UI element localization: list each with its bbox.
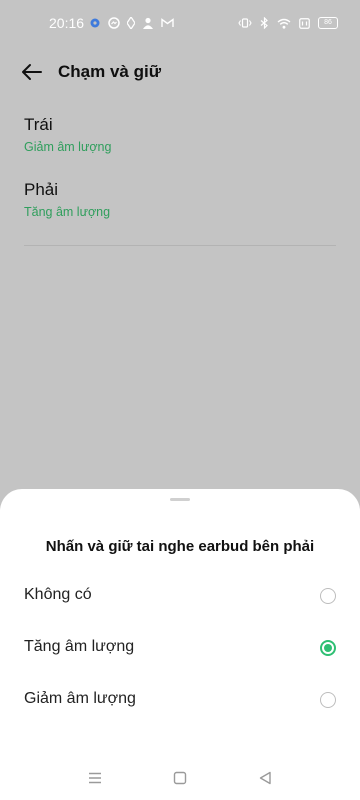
- back-triangle-icon[interactable]: [253, 766, 277, 790]
- vibrate-icon: [238, 17, 252, 29]
- radio-button-none[interactable]: [320, 588, 336, 604]
- status-time: 20:16: [49, 15, 85, 31]
- sheet-drag-handle[interactable]: [170, 498, 190, 501]
- bottom-sheet: Nhấn và giữ tai nghe earbud bên phải Khô…: [0, 489, 360, 800]
- setting-right[interactable]: Phải Tăng âm lượng: [24, 180, 110, 219]
- person-icon: [142, 17, 154, 29]
- page-title: Chạm và giữ: [58, 62, 162, 81]
- app-bar: Chạm và giữ: [0, 50, 360, 94]
- setting-right-label: Phải: [24, 180, 59, 199]
- battery-level: 86: [324, 19, 332, 26]
- option-label: Giảm âm lượng: [24, 690, 136, 707]
- gmail-icon: [161, 18, 174, 28]
- status-bar: 20:16 86: [0, 0, 360, 44]
- divider: [24, 245, 336, 246]
- setting-right-value: Tăng âm lượng: [24, 205, 111, 219]
- setting-left-value: Giảm âm lượng: [24, 140, 112, 154]
- setting-left[interactable]: Trái Giảm âm lượng: [24, 115, 111, 154]
- radio-button-volume-up[interactable]: [320, 640, 336, 656]
- option-volume-down[interactable]: Giảm âm lượng: [0, 674, 360, 726]
- battery-icon: 86: [318, 17, 338, 29]
- notification-icons: [89, 14, 174, 32]
- home-icon[interactable]: [168, 766, 192, 790]
- setting-left-label: Trái: [24, 115, 53, 134]
- navigation-bar: [0, 758, 360, 798]
- diamond-icon: [127, 17, 135, 29]
- option-label: Tăng âm lượng: [24, 638, 135, 655]
- option-none[interactable]: Không có: [0, 570, 360, 622]
- system-icons: 86: [238, 14, 338, 32]
- menu-icon[interactable]: [83, 766, 107, 790]
- settings-gear-icon: [89, 17, 101, 29]
- bluetooth-icon: [260, 17, 269, 29]
- messenger-icon: [108, 17, 120, 29]
- option-volume-up[interactable]: Tăng âm lượng: [0, 622, 360, 674]
- wifi-icon: [277, 18, 291, 29]
- radio-button-volume-down[interactable]: [320, 692, 336, 708]
- sheet-title: Nhấn và giữ tai nghe earbud bên phải: [45, 538, 315, 555]
- back-arrow-icon[interactable]: [20, 61, 44, 83]
- data-icon: [299, 17, 310, 29]
- option-label: Không có: [24, 586, 92, 603]
